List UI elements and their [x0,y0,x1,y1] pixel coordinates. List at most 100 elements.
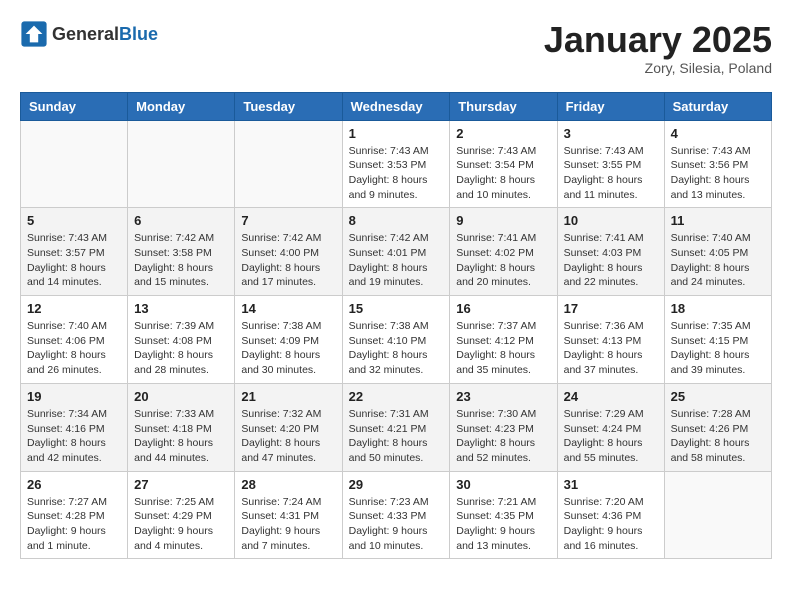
day-number: 27 [134,477,228,492]
calendar-cell [664,471,771,559]
calendar-cell: 8 Sunrise: 7:42 AMSunset: 4:01 PMDaylight… [342,208,450,296]
day-number: 28 [241,477,335,492]
calendar-cell: 14 Sunrise: 7:38 AMSunset: 4:09 PMDayligh… [235,296,342,384]
day-number: 18 [671,301,765,316]
title-block: January 2025 Zory, Silesia, Poland [544,20,772,76]
calendar-week-row: 19Sunrise: 7:34 AMSunset: 4:16 PMDayligh… [21,383,772,471]
day-info: Sunrise: 7:43 AMSunset: 3:56 PMDaylight:… [671,144,765,203]
day-number: 11 [671,213,765,228]
logo: GeneralBlue [20,20,158,48]
day-number: 10 [564,213,658,228]
day-info: Sunrise: 7:34 AMSunset: 4:16 PMDaylight:… [27,407,121,466]
calendar-cell: 1Sunrise: 7:43 AMSunset: 3:53 PMDaylight… [342,120,450,208]
day-header-tuesday: Tuesday [235,92,342,120]
calendar-cell: 11 Sunrise: 7:40 AMSunset: 4:05 PMDayligh… [664,208,771,296]
calendar-cell: 12 Sunrise: 7:40 AMSunset: 4:06 PMDayligh… [21,296,128,384]
calendar-week-row: 5 Sunrise: 7:43 AMSunset: 3:57 PMDaylight… [21,208,772,296]
day-info: Sunrise: 7:25 AMSunset: 4:29 PMDaylight:… [134,495,228,554]
day-info: Sunrise: 7:43 AMSunset: 3:54 PMDaylight:… [456,144,550,203]
day-info: Sunrise: 7:30 AMSunset: 4:23 PMDaylight:… [456,407,550,466]
calendar-cell [21,120,128,208]
calendar-cell: 15 Sunrise: 7:38 AMSunset: 4:10 PMDayligh… [342,296,450,384]
day-number: 29 [349,477,444,492]
day-number: 13 [134,301,228,316]
day-number: 24 [564,389,658,404]
calendar-cell: 23 Sunrise: 7:30 AMSunset: 4:23 PMDayligh… [450,383,557,471]
day-info: Sunrise: 7:40 AMSunset: 4:06 PMDaylight:… [27,319,121,378]
day-info: Sunrise: 7:20 AMSunset: 4:36 PMDaylight:… [564,495,658,554]
day-info: Sunrise: 7:23 AMSunset: 4:33 PMDaylight:… [349,495,444,554]
day-info: Sunrise: 7:38 AMSunset: 4:10 PMDaylight:… [349,319,444,378]
calendar-week-row: 26 Sunrise: 7:27 AMSunset: 4:28 PMDayligh… [21,471,772,559]
day-info: Sunrise: 7:21 AMSunset: 4:35 PMDaylight:… [456,495,550,554]
day-info: Sunrise: 7:36 AMSunset: 4:13 PMDaylight:… [564,319,658,378]
calendar-cell: 25Sunrise: 7:28 AMSunset: 4:26 PMDayligh… [664,383,771,471]
calendar-cell: 4 Sunrise: 7:43 AMSunset: 3:56 PMDaylight… [664,120,771,208]
calendar-cell: 22 Sunrise: 7:31 AMSunset: 4:21 PMDayligh… [342,383,450,471]
logo-text-general: General [52,24,119,44]
day-info: Sunrise: 7:35 AMSunset: 4:15 PMDaylight:… [671,319,765,378]
day-number: 4 [671,126,765,141]
calendar-cell: 26 Sunrise: 7:27 AMSunset: 4:28 PMDayligh… [21,471,128,559]
day-info: Sunrise: 7:42 AMSunset: 3:58 PMDaylight:… [134,231,228,290]
logo-text-blue: Blue [119,24,158,44]
day-info: Sunrise: 7:31 AMSunset: 4:21 PMDaylight:… [349,407,444,466]
day-number: 8 [349,213,444,228]
calendar-header-row: SundayMondayTuesdayWednesdayThursdayFrid… [21,92,772,120]
day-number: 6 [134,213,228,228]
calendar-table: SundayMondayTuesdayWednesdayThursdayFrid… [20,92,772,560]
day-number: 23 [456,389,550,404]
location-title: Zory, Silesia, Poland [544,60,772,76]
calendar-cell: 10Sunrise: 7:41 AMSunset: 4:03 PMDayligh… [557,208,664,296]
calendar-week-row: 1Sunrise: 7:43 AMSunset: 3:53 PMDaylight… [21,120,772,208]
day-number: 26 [27,477,121,492]
calendar-cell: 21Sunrise: 7:32 AMSunset: 4:20 PMDayligh… [235,383,342,471]
day-header-monday: Monday [128,92,235,120]
day-number: 15 [349,301,444,316]
day-number: 22 [349,389,444,404]
day-number: 5 [27,213,121,228]
calendar-cell: 7 Sunrise: 7:42 AMSunset: 4:00 PMDaylight… [235,208,342,296]
calendar-cell: 17 Sunrise: 7:36 AMSunset: 4:13 PMDayligh… [557,296,664,384]
calendar-week-row: 12 Sunrise: 7:40 AMSunset: 4:06 PMDayligh… [21,296,772,384]
calendar-cell: 9 Sunrise: 7:41 AMSunset: 4:02 PMDaylight… [450,208,557,296]
calendar-cell: 19Sunrise: 7:34 AMSunset: 4:16 PMDayligh… [21,383,128,471]
day-info: Sunrise: 7:43 AMSunset: 3:57 PMDaylight:… [27,231,121,290]
day-info: Sunrise: 7:29 AMSunset: 4:24 PMDaylight:… [564,407,658,466]
day-number: 21 [241,389,335,404]
month-title: January 2025 [544,20,772,60]
day-number: 16 [456,301,550,316]
day-info: Sunrise: 7:39 AMSunset: 4:08 PMDaylight:… [134,319,228,378]
day-number: 9 [456,213,550,228]
day-number: 17 [564,301,658,316]
day-info: Sunrise: 7:27 AMSunset: 4:28 PMDaylight:… [27,495,121,554]
calendar-cell: 30 Sunrise: 7:21 AMSunset: 4:35 PMDayligh… [450,471,557,559]
calendar-cell: 28Sunrise: 7:24 AMSunset: 4:31 PMDayligh… [235,471,342,559]
calendar-cell: 27 Sunrise: 7:25 AMSunset: 4:29 PMDayligh… [128,471,235,559]
day-number: 30 [456,477,550,492]
day-header-sunday: Sunday [21,92,128,120]
calendar-cell: 31 Sunrise: 7:20 AMSunset: 4:36 PMDayligh… [557,471,664,559]
day-number: 3 [564,126,658,141]
day-info: Sunrise: 7:40 AMSunset: 4:05 PMDaylight:… [671,231,765,290]
calendar-cell: 5 Sunrise: 7:43 AMSunset: 3:57 PMDaylight… [21,208,128,296]
day-number: 31 [564,477,658,492]
day-info: Sunrise: 7:28 AMSunset: 4:26 PMDaylight:… [671,407,765,466]
day-info: Sunrise: 7:43 AMSunset: 3:55 PMDaylight:… [564,144,658,203]
day-info: Sunrise: 7:42 AMSunset: 4:01 PMDaylight:… [349,231,444,290]
day-number: 7 [241,213,335,228]
logo-icon [20,20,48,48]
day-info: Sunrise: 7:42 AMSunset: 4:00 PMDaylight:… [241,231,335,290]
day-number: 14 [241,301,335,316]
calendar-cell: 16Sunrise: 7:37 AMSunset: 4:12 PMDayligh… [450,296,557,384]
day-number: 12 [27,301,121,316]
day-info: Sunrise: 7:33 AMSunset: 4:18 PMDaylight:… [134,407,228,466]
day-info: Sunrise: 7:41 AMSunset: 4:02 PMDaylight:… [456,231,550,290]
calendar-cell: 18 Sunrise: 7:35 AMSunset: 4:15 PMDayligh… [664,296,771,384]
day-header-wednesday: Wednesday [342,92,450,120]
day-info: Sunrise: 7:38 AMSunset: 4:09 PMDaylight:… [241,319,335,378]
day-header-thursday: Thursday [450,92,557,120]
calendar-cell: 13 Sunrise: 7:39 AMSunset: 4:08 PMDayligh… [128,296,235,384]
calendar-cell: 3 Sunrise: 7:43 AMSunset: 3:55 PMDaylight… [557,120,664,208]
calendar-cell: 6 Sunrise: 7:42 AMSunset: 3:58 PMDaylight… [128,208,235,296]
